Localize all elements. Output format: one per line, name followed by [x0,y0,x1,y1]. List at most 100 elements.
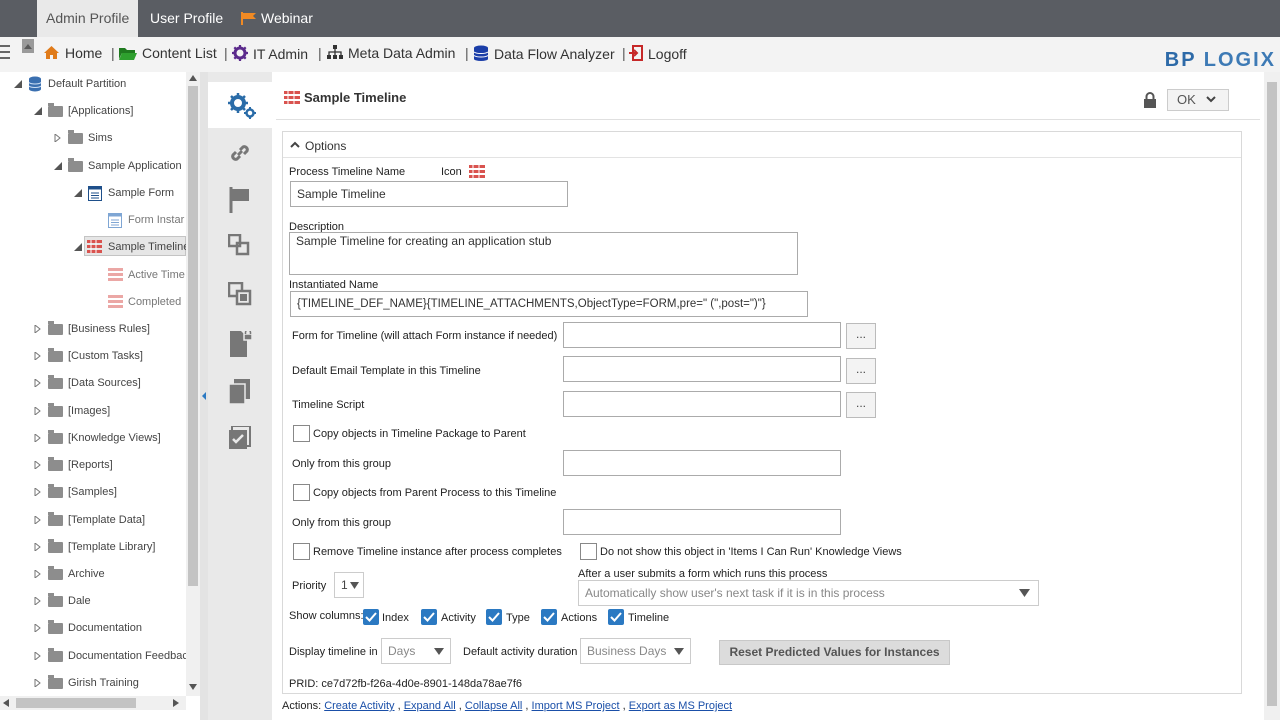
collapse-all-link[interactable]: Collapse All [465,700,522,712]
rail-subprocess[interactable] [208,223,272,269]
expand-arrow-icon[interactable] [34,570,42,578]
rail-links[interactable] [208,130,272,176]
form-for-timeline-input[interactable] [563,322,841,348]
tree-node-completed[interactable]: Completed [0,292,186,312]
copy-from-parent-checkbox[interactable] [293,484,310,501]
timeline-script-browse-button[interactable]: ... [846,392,876,418]
column-timeline-checkbox[interactable] [608,609,624,625]
collapse-arrow-icon[interactable] [74,243,82,251]
panel-splitter[interactable] [200,72,208,720]
export-ms-project-link[interactable]: Export as MS Project [629,700,732,712]
scroll-down-arrow-icon[interactable] [189,684,197,690]
tree-node-samples[interactable]: [Samples] [0,482,186,502]
rail-tasks[interactable] [208,415,272,461]
rail-security[interactable] [208,320,272,366]
expand-arrow-icon[interactable] [34,407,42,415]
tree-horizontal-scrollbar[interactable] [0,696,186,710]
tree-node-girish-training[interactable]: Girish Training [0,673,186,693]
copy-to-parent-checkbox[interactable] [293,425,310,442]
splitter-arrow-icon[interactable] [202,392,206,400]
create-activity-link[interactable]: Create Activity [324,700,394,712]
tree-node-template-library[interactable]: [Template Library] [0,537,186,557]
main-scroll-thumb[interactable] [1267,82,1277,706]
menu-toggle-icon[interactable] [0,41,10,65]
tree-scroll-thumb[interactable] [188,86,198,586]
tree-node-business-rules[interactable]: [Business Rules] [0,319,186,339]
expand-arrow-icon[interactable] [34,597,42,605]
tree-node-data-sources[interactable]: [Data Sources] [0,373,186,393]
tree-node-sample-form[interactable]: Sample Form [0,183,186,203]
tree-node-knowledge-views[interactable]: [Knowledge Views] [0,428,186,448]
expand-arrow-icon[interactable] [34,379,42,387]
tree-node-reports[interactable]: [Reports] [0,455,186,475]
default-email-template-browse-button[interactable]: ... [846,358,876,384]
nav-home[interactable]: Home [43,45,102,61]
nav-meta-data-admin[interactable]: Meta Data Admin [327,45,455,61]
scroll-up-arrow-icon[interactable] [189,75,197,81]
timeline-script-input[interactable] [563,391,841,417]
tree-node-active-timelines[interactable]: Active Time [0,265,186,285]
scroll-right-arrow-icon[interactable] [173,699,179,707]
tree-node-documentation[interactable]: Documentation [0,618,186,638]
tree-node-sample-application[interactable]: Sample Application [0,156,186,176]
nav-it-admin[interactable]: IT Admin [232,45,308,62]
rail-copy[interactable] [208,271,272,317]
instantiated-name-input[interactable]: {TIMELINE_DEF_NAME}{TIMELINE_ATTACHMENTS… [290,291,808,317]
tree-node-form-instances[interactable]: Form Instar [0,210,186,230]
rail-milestones[interactable] [208,176,272,222]
tab-user-profile[interactable]: User Profile [141,0,232,37]
rail-documents[interactable] [208,368,272,414]
expand-arrow-icon[interactable] [34,434,42,442]
nav-content-list[interactable]: Content List [119,45,217,61]
display-timeline-in-select[interactable]: Days [381,638,451,664]
expand-arrow-icon[interactable] [34,543,42,551]
collapse-up-icon[interactable] [20,39,36,53]
column-type-checkbox[interactable] [486,609,502,625]
import-ms-project-link[interactable]: Import MS Project [532,700,620,712]
timeline-icon-picker[interactable] [469,165,485,178]
expand-arrow-icon[interactable] [34,488,42,496]
priority-select[interactable]: 1 [334,572,364,598]
default-email-template-input[interactable] [563,356,841,382]
tab-admin-profile[interactable]: Admin Profile [37,0,139,37]
collapse-arrow-icon[interactable] [54,162,62,170]
scroll-left-arrow-icon[interactable] [3,699,9,707]
column-activity-checkbox[interactable] [421,609,437,625]
nav-data-flow-analyzer[interactable]: Data Flow Analyzer [473,45,615,62]
tree-node-documentation-feedback[interactable]: Documentation Feedbac [0,646,186,666]
after-submit-select[interactable]: Automatically show user's next task if i… [578,580,1039,606]
tree-vertical-scrollbar[interactable] [186,72,200,696]
options-header[interactable]: Options [283,132,1241,158]
tree-node-default-partition[interactable]: Default Partition [0,74,186,94]
tree-node-custom-tasks[interactable]: [Custom Tasks] [0,346,186,366]
expand-arrow-icon[interactable] [34,352,42,360]
description-textarea[interactable]: Sample Timeline for creating an applicat… [289,232,798,275]
expand-arrow-icon[interactable] [34,516,42,524]
tab-webinar[interactable]: Webinar [232,0,322,37]
tree-node-sample-timeline[interactable]: Sample Timeline [84,236,186,256]
tree-node-dale[interactable]: Dale [0,591,186,611]
reset-predicted-values-button[interactable]: Reset Predicted Values for Instances [719,640,950,665]
column-index-checkbox[interactable] [363,609,379,625]
collapse-arrow-icon[interactable] [14,80,22,88]
lock-icon[interactable] [1143,92,1157,108]
copy-from-parent-group-input[interactable] [563,509,841,535]
tree-node-sims[interactable]: Sims [0,128,186,148]
main-vertical-scrollbar[interactable] [1264,72,1280,720]
tree-node-template-data[interactable]: [Template Data] [0,510,186,530]
form-for-timeline-browse-button[interactable]: ... [846,323,876,349]
tree-node-applications[interactable]: [Applications] [0,101,186,121]
tree-node-archive[interactable]: Archive [0,564,186,584]
expand-arrow-icon[interactable] [34,325,42,333]
collapse-arrow-icon[interactable] [34,107,42,115]
expand-arrow-icon[interactable] [34,624,42,632]
expand-arrow-icon[interactable] [34,461,42,469]
tree-node-images[interactable]: [Images] [0,401,186,421]
column-actions-checkbox[interactable] [541,609,557,625]
rail-options[interactable] [208,82,272,128]
collapse-arrow-icon[interactable] [74,189,82,197]
copy-to-parent-group-input[interactable] [563,450,841,476]
tree-hscroll-thumb[interactable] [16,698,136,708]
expand-arrow-icon[interactable] [34,652,42,660]
ok-button[interactable]: OK [1167,89,1229,111]
